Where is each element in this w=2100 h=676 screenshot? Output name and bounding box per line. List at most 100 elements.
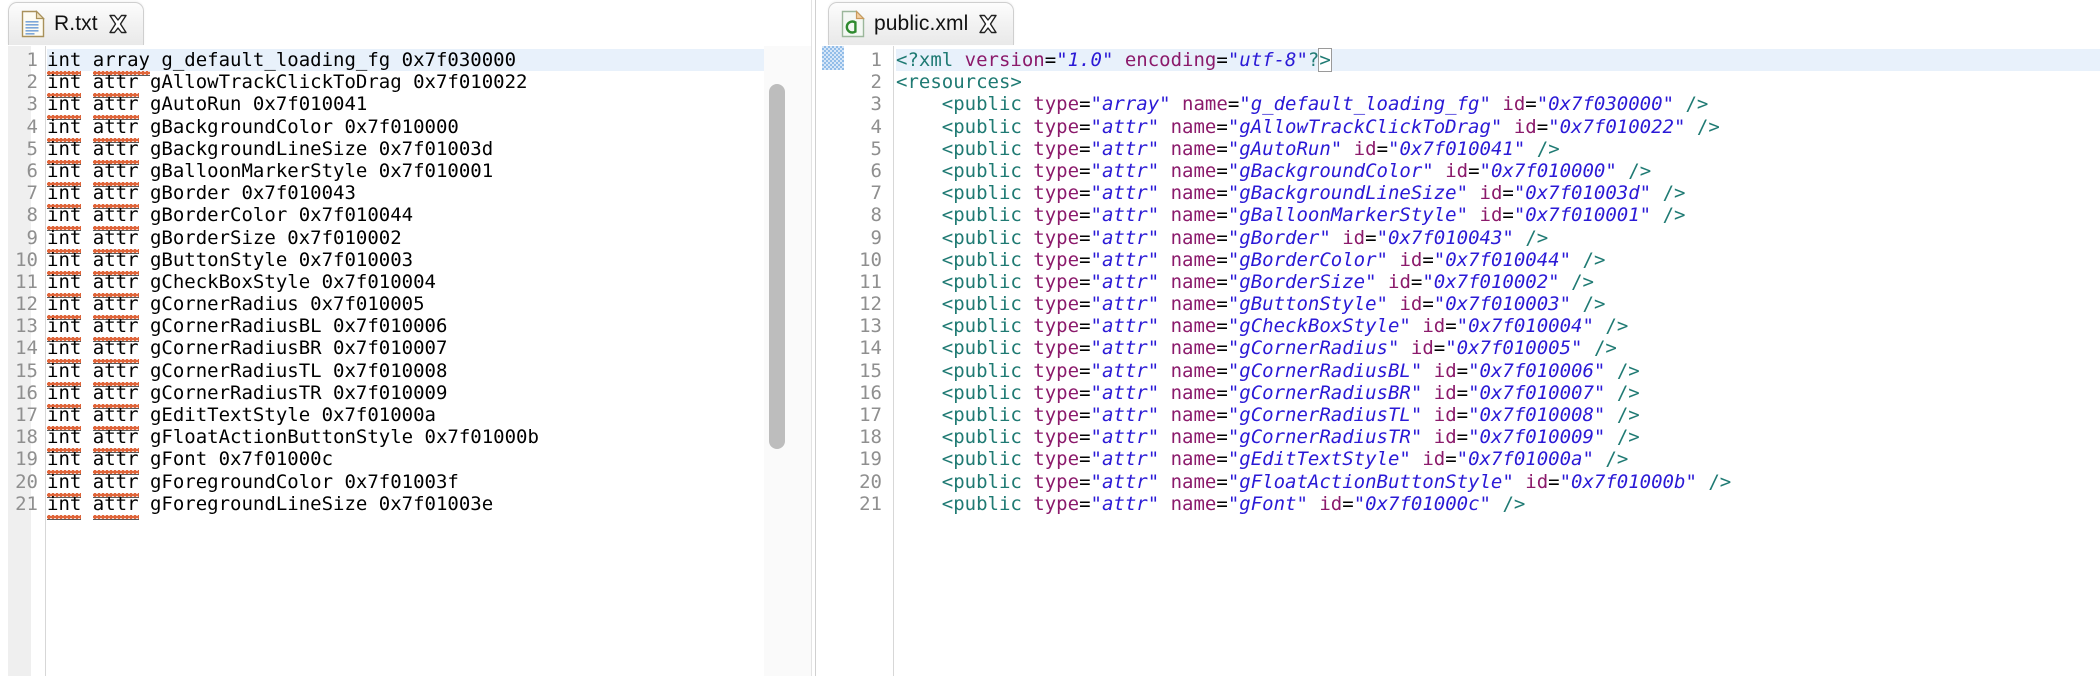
code-line[interactable]: <public type="attr" name="gCornerRadius"… <box>896 337 2100 359</box>
scrollbar-thumb[interactable] <box>769 83 785 450</box>
code-line[interactable]: int attr gFont 0x7f01000c <box>47 448 782 476</box>
code-line[interactable]: int attr gBackgroundLineSize 0x7f01003d <box>47 137 782 165</box>
overview-marker-icon[interactable] <box>822 46 844 70</box>
code-line[interactable]: <public type="attr" name="gBorder" id="0… <box>896 227 2100 249</box>
xml-file-icon <box>841 10 865 38</box>
line-number: 5 <box>870 137 882 160</box>
line-number: 16 <box>859 381 882 404</box>
code-line[interactable]: <public type="attr" name="gButtonStyle" … <box>896 293 2100 315</box>
code-line[interactable]: <public type="array" name="g_default_loa… <box>896 93 2100 115</box>
tab-bar-left: R.txt <box>0 0 812 46</box>
editor-workbench: R.txt 1 2 3 4 5 6 7 8 9 10 11 12 13 14 15 16 17 18 19 20 21 … <box>0 0 2100 676</box>
code-line[interactable]: int attr gCornerRadiusBL 0x7f010006 <box>47 315 782 343</box>
divider-line <box>815 0 816 676</box>
code-line[interactable]: <public type="attr" name="gBackgroundCol… <box>896 160 2100 182</box>
line-number: 2 <box>26 71 38 94</box>
line-number: 5 <box>26 137 38 160</box>
code-line[interactable]: <?xml version="1.0" encoding="utf-8"?> <box>896 48 2100 72</box>
line-number: 19 <box>859 448 882 471</box>
line-number: 11 <box>15 270 38 293</box>
code-line[interactable]: <public type="attr" name="gAllowTrackCli… <box>896 116 2100 138</box>
code-line[interactable]: <resources> <box>896 71 2100 93</box>
code-line[interactable]: <public type="attr" name="gEditTextStyle… <box>896 448 2100 470</box>
code-line[interactable]: int attr gFloatActionButtonStyle 0x7f010… <box>47 426 782 454</box>
text-file-icon <box>21 10 45 38</box>
code-content-left[interactable]: int array g_default_loading_fg 0x7f03000… <box>47 46 782 676</box>
code-line[interactable]: int attr gCornerRadiusTR 0x7f010009 <box>47 381 782 409</box>
line-number: 6 <box>870 159 882 182</box>
line-number: 12 <box>859 293 882 316</box>
code-line[interactable]: <public type="attr" name="gBorderColor" … <box>896 249 2100 271</box>
code-line[interactable]: int attr gCheckBoxStyle 0x7f010004 <box>47 270 782 298</box>
code-line[interactable]: int attr gForegroundLineSize 0x7f01003e <box>47 492 782 520</box>
line-number: 21 <box>15 492 38 515</box>
scrollbar-track-overview[interactable] <box>790 46 812 676</box>
code-line[interactable]: <public type="attr" name="gBorderSize" i… <box>896 271 2100 293</box>
code-line[interactable]: <public type="attr" name="gCornerRadiusB… <box>896 360 2100 382</box>
code-line[interactable]: int array g_default_loading_fg 0x7f03000… <box>47 49 782 76</box>
tab-label: public.xml <box>874 12 969 35</box>
code-editor-r-txt[interactable]: 1 2 3 4 5 6 7 8 9 10 11 12 13 14 15 16 17 18 19 20 21 int ar… <box>0 46 812 676</box>
line-number: 9 <box>26 226 38 249</box>
code-line[interactable]: int attr gBackgroundColor 0x7f010000 <box>47 115 782 143</box>
vertical-scrollbar-left[interactable] <box>764 46 790 676</box>
code-line[interactable]: <public type="attr" name="gBalloonMarker… <box>896 204 2100 226</box>
line-number: 11 <box>859 270 882 293</box>
tab-r-txt[interactable]: R.txt <box>8 2 144 45</box>
line-number: 15 <box>859 359 882 382</box>
line-number: 16 <box>15 381 38 404</box>
code-line[interactable]: <public type="attr" name="gFloatActionBu… <box>896 471 2100 493</box>
line-number: 12 <box>15 293 38 316</box>
close-icon[interactable] <box>107 13 129 35</box>
code-line[interactable]: <public type="attr" name="gFont" id="0x7… <box>896 493 2100 515</box>
code-line[interactable]: int attr gButtonStyle 0x7f010003 <box>47 248 782 276</box>
line-number: 18 <box>859 426 882 449</box>
code-line[interactable]: int attr gCornerRadius 0x7f010005 <box>47 293 782 321</box>
line-number: 20 <box>859 470 882 493</box>
code-line[interactable]: <public type="attr" name="gBackgroundLin… <box>896 182 2100 204</box>
line-number-ruler-left: 1 2 3 4 5 6 7 8 9 10 11 12 13 14 15 16 17 18 19 20 21 <box>0 46 44 676</box>
code-line[interactable]: <public type="attr" name="gCornerRadiusT… <box>896 426 2100 448</box>
line-number-ruler-right: 1 2 3 4 5 6 7 8 9 10 11 12 13 14 15 16 17 18 19 20 21 <box>846 46 888 676</box>
code-line[interactable]: <public type="attr" name="gCornerRadiusB… <box>896 382 2100 404</box>
line-number: 4 <box>870 115 882 138</box>
code-line[interactable]: int attr gCornerRadiusBR 0x7f010007 <box>47 337 782 365</box>
code-line[interactable]: <public type="attr" name="gAutoRun" id="… <box>896 138 2100 160</box>
line-number: 10 <box>15 248 38 271</box>
line-number: 21 <box>859 492 882 515</box>
tab-public-xml[interactable]: public.xml <box>828 2 1015 45</box>
line-number: 1 <box>870 49 882 71</box>
vertical-scrollbar-overview-left[interactable] <box>790 46 812 676</box>
code-line[interactable]: int attr gAutoRun 0x7f010041 <box>47 93 782 121</box>
line-number: 2 <box>870 71 882 94</box>
code-editor-public-xml[interactable]: 1 2 3 4 5 6 7 8 9 10 11 12 13 14 15 16 17 18 19 20 21 <?xml … <box>820 46 2100 676</box>
line-number: 1 <box>26 49 38 71</box>
tab-label: R.txt <box>54 12 98 35</box>
line-number: 8 <box>26 204 38 227</box>
tab-bar-right: public.xml <box>820 0 2100 46</box>
editor-pane-left: R.txt 1 2 3 4 5 6 7 8 9 10 11 12 13 14 15 16 17 18 19 20 21 … <box>0 0 812 676</box>
code-line[interactable]: int attr gCornerRadiusTL 0x7f010008 <box>47 359 782 387</box>
code-line[interactable]: int attr gBorder 0x7f010043 <box>47 182 782 210</box>
code-line[interactable]: int attr gBorderColor 0x7f010044 <box>47 204 782 232</box>
line-number: 3 <box>26 93 38 116</box>
line-number: 14 <box>859 337 882 360</box>
code-line[interactable]: <public type="attr" name="gCheckBoxStyle… <box>896 315 2100 337</box>
line-number: 4 <box>26 115 38 138</box>
line-number: 3 <box>870 93 882 116</box>
editor-split-divider[interactable] <box>812 0 820 676</box>
line-number: 18 <box>15 426 38 449</box>
line-number: 10 <box>859 248 882 271</box>
close-icon[interactable] <box>977 13 999 35</box>
line-number: 17 <box>15 404 38 426</box>
code-line[interactable]: int attr gAllowTrackClickToDrag 0x7f0100… <box>47 71 782 99</box>
code-line[interactable]: <public type="attr" name="gCornerRadiusT… <box>896 404 2100 426</box>
code-line[interactable]: int attr gForegroundColor 0x7f01003f <box>47 470 782 498</box>
gutter-separator-left <box>45 46 46 676</box>
code-line[interactable]: int attr gEditTextStyle 0x7f01000a <box>47 404 782 431</box>
code-line[interactable]: int attr gBorderSize 0x7f010002 <box>47 226 782 254</box>
annotation-ruler-right[interactable] <box>820 46 846 676</box>
line-number: 13 <box>15 315 38 338</box>
code-line[interactable]: int attr gBalloonMarkerStyle 0x7f010001 <box>47 159 782 187</box>
code-content-right[interactable]: <?xml version="1.0" encoding="utf-8"?> <r… <box>896 46 2100 676</box>
